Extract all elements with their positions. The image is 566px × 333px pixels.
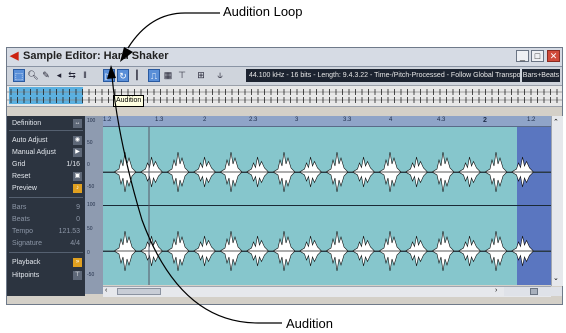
beats-value[interactable]: 0 [76,214,80,225]
bars-label: Bars [12,204,27,211]
scroll-thumb[interactable] [117,288,161,295]
cubase-logo-icon: ◀ [10,50,19,62]
maximize-button[interactable]: □ [531,50,544,62]
overview-waveform [7,89,562,103]
ruler-tick-label: 2 [203,117,207,123]
auto-adjust-button[interactable]: ◉ [73,136,82,145]
ruler-tick-label: 3.3 [343,117,352,123]
callout-audition: Audition [286,316,333,331]
manual-adjust-row[interactable]: Manual Adjust ▶ [9,147,83,158]
grid-row[interactable]: Grid 1/16 [9,159,83,170]
beats-label: Beats [12,216,30,223]
waveform [103,127,551,285]
playback-button[interactable]: » [73,258,82,267]
zoom-tool-icon[interactable]: 🔍︎ [27,69,39,82]
time-ruler[interactable]: 1.2 1.3 2 2.3 3 3.3 4 4.3 2 1.2 [103,116,551,127]
beats-row[interactable]: Beats 0 [9,214,83,225]
scroll-up-icon[interactable]: ⌃ [553,118,559,126]
range-select-tool-icon[interactable]: ⬚ [13,69,25,82]
signature-value[interactable]: 4/4 [70,238,80,249]
definition-label: Definition [12,120,42,127]
snap-icon[interactable]: ⎍ [148,69,160,82]
window-title: Sample Editor: Hard Shaker [23,50,169,62]
autoscroll-icon[interactable]: ⊞ [195,69,207,82]
ruler-tick-label: 2 [483,117,487,124]
waveform-display[interactable] [103,127,551,285]
file-info-display: 44.100 kHz - 16 bits - Length: 9.4.3.22 … [246,69,520,82]
auto-adjust-label: Auto Adjust [12,137,48,144]
bars-row[interactable]: Bars 9 [9,202,83,213]
definition-row[interactable]: Definition ↔ [9,118,83,129]
auto-adjust-row[interactable]: Auto Adjust ◉ [9,135,83,146]
playback-label: Playback [12,259,41,266]
tempo-row[interactable]: Tempo 121.53 [9,226,83,237]
speaker-tool-icon[interactable]: ◂ [53,69,65,82]
time-format-selector[interactable]: Bars+Beats [522,69,560,82]
horizontal-scrollbar[interactable]: ‹ › [103,286,551,297]
split-icon[interactable]: ⫝ [214,69,226,82]
audition-button[interactable]: ▷ [103,69,115,82]
volume-slider-icon[interactable]: ┃ [131,69,143,82]
preview-label: Preview [12,185,37,192]
toolbar: ⬚ 🔍︎ ✎ ◂ ⇆ ‖ ▷ ↻ ┃ ⎍ ▦ ⊤ ⊞ ⫝ 44.100 kHz … [7,67,562,86]
level-ruler: 100 50 0 -50 100 50 0 -50 [85,116,103,294]
close-button[interactable]: ✕ [547,50,560,62]
draw-tool-icon[interactable]: ✎ [40,69,52,82]
reset-label: Reset [12,173,31,180]
reset-button[interactable]: ▣ [73,172,82,181]
hitpoints-button[interactable]: ⊤ [73,271,82,280]
zoom-slider-thumb[interactable] [530,288,538,295]
ruler-tick-label: 1.2 [103,117,112,123]
scroll-right-icon[interactable]: › [495,287,497,294]
grid-value[interactable]: 1/16 [66,159,80,170]
manual-adjust-button[interactable]: ▶ [73,148,82,157]
scroll-down-icon[interactable]: ⌄ [553,274,559,282]
callout-audition-loop: Audition Loop [223,4,303,19]
tempo-label: Tempo [12,228,34,235]
ruler-tick-label: 2.3 [249,117,258,123]
grid-label: Grid [12,161,26,168]
hitpoint-tool-icon[interactable]: ‖ [79,69,91,82]
expand-icon[interactable]: ↔ [73,119,82,128]
signature-row[interactable]: Signature 4/4 [9,238,83,249]
zoom-slider[interactable] [504,287,562,296]
ruler-tick-label: 3 [295,117,299,123]
bars-value[interactable]: 9 [76,202,80,213]
ruler-tick-label: 4 [389,117,393,123]
signature-label: Signature [12,240,42,247]
tempo-value[interactable]: 121.53 [59,226,80,237]
title-bar: ◀ Sample Editor: Hard Shaker _ □ ✕ [7,48,562,67]
scrub-tool-icon[interactable]: ⇆ [66,69,78,82]
overview-line[interactable] [7,86,562,107]
ruler-tick-label: 1.3 [155,117,164,123]
preview-button[interactable]: ♪ [73,184,82,193]
scroll-left-icon[interactable]: ‹ [105,287,107,294]
minimize-button[interactable]: _ [516,50,529,62]
marker-icon[interactable]: ⊤ [176,69,188,82]
audition-tooltip: Audition [113,95,145,107]
hitpoints-row[interactable]: Hitpoints ⊤ [9,270,83,281]
hitpoints-label: Hitpoints [12,272,40,279]
reset-row[interactable]: Reset ▣ [9,171,83,182]
audition-loop-button[interactable]: ↻ [117,69,129,82]
ruler-tick-label: 4.3 [437,117,446,123]
ruler-tick-label: 1.2 [527,117,536,123]
left-panel: Definition ↔ Auto Adjust ◉ Manual Adjust… [7,116,85,296]
preview-row[interactable]: Preview ♪ [9,183,83,194]
sample-editor-window: ◀ Sample Editor: Hard Shaker _ □ ✕ ⬚ 🔍︎ … [6,47,563,305]
vertical-scrollbar[interactable]: ⌃ ⌄ [551,116,563,286]
manual-adjust-label: Manual Adjust [12,149,56,156]
playback-row[interactable]: Playback » [9,257,83,268]
hitpoint-view-icon[interactable]: ▦ [162,69,174,82]
